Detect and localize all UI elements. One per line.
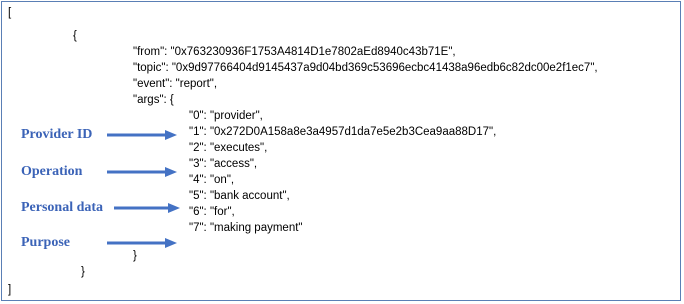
json-event-panel: [ { "from": "0x763230936F1753A4814D1e780…	[1, 1, 681, 301]
personal-data-arrow-icon	[114, 203, 180, 213]
arg-0: "0": "provider",	[189, 110, 263, 122]
arg-4: "4": "on",	[189, 174, 235, 186]
arg-2: "2": "executes",	[189, 142, 268, 154]
arg-3: "3": "access",	[189, 158, 258, 170]
close-brace: }	[81, 266, 85, 278]
topic-field: "topic": "0x9d97766404d9145437a9d04bd369…	[133, 62, 598, 74]
close-bracket: ]	[8, 284, 12, 296]
args-close-brace: }	[133, 250, 137, 262]
from-field: "from": "0x763230936F1753A4814D1e7802aEd…	[133, 46, 456, 58]
provider-id-arrow-icon	[107, 130, 177, 140]
open-brace: {	[73, 30, 77, 42]
arg-5: "5": "bank account",	[189, 190, 290, 202]
purpose-arrow-icon	[107, 238, 177, 248]
event-field: "event": "report",	[133, 78, 218, 90]
provider-id-label: Provider ID	[21, 127, 93, 142]
arg-1: "1": "0x272D0A158a8e3a4957d1da7e5e2b3Cea…	[189, 126, 497, 138]
operation-arrow-icon	[107, 167, 177, 177]
arg-6: "6": "for",	[189, 206, 235, 218]
purpose-label: Purpose	[21, 235, 70, 250]
arg-7: "7": "making payment"	[189, 222, 303, 234]
args-field: "args": {	[133, 94, 174, 106]
operation-label: Operation	[21, 164, 83, 179]
open-bracket: [	[8, 7, 12, 19]
personal-data-label: Personal data	[21, 200, 104, 215]
